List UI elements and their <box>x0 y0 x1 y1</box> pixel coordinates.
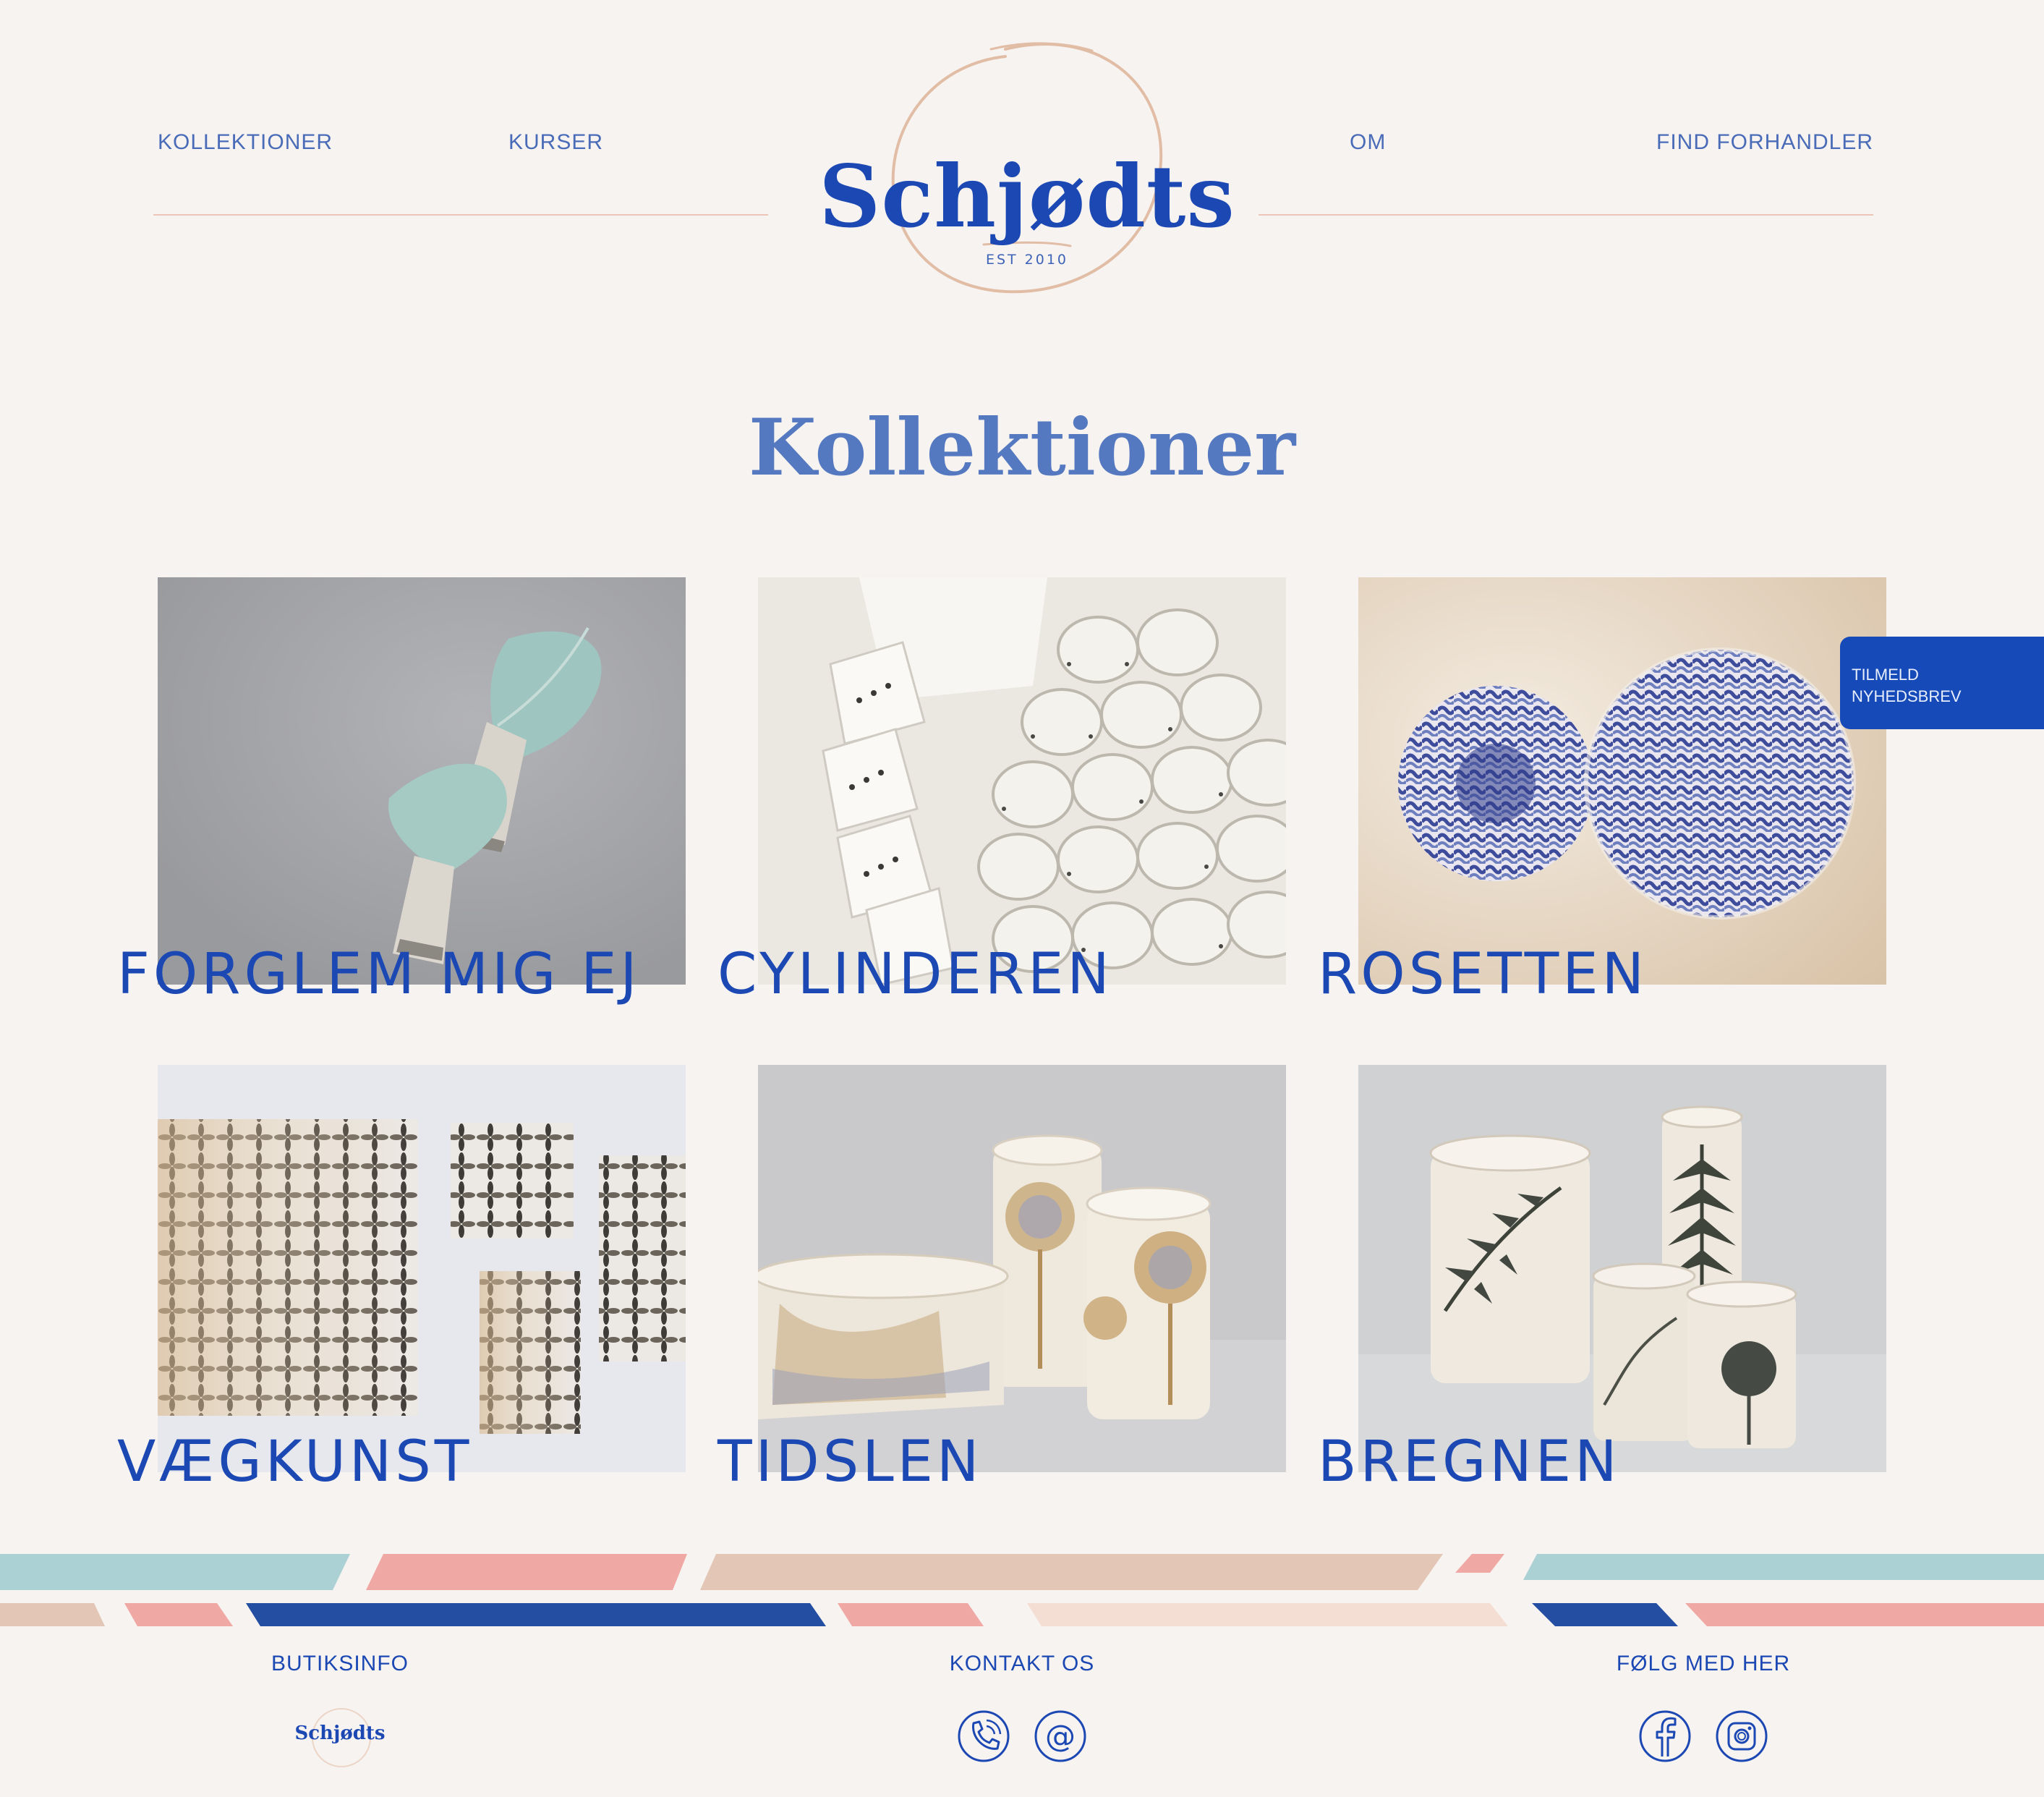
footer-logo-wordmark: Schjødts <box>294 1722 386 1744</box>
collection-image <box>158 577 686 985</box>
collection-card-vaegkunst[interactable]: VÆGKUNST <box>117 1065 686 1490</box>
collection-image <box>158 1065 686 1472</box>
nav-find-forhandler[interactable]: FIND FORHANDLER <box>1656 130 1873 155</box>
instagram-icon[interactable] <box>1714 1709 1769 1764</box>
logo-established: EST 2010 <box>985 252 1069 268</box>
svg-text:@: @ <box>1045 1718 1076 1754</box>
newsletter-label-line2: NYHEDSBREV <box>1852 687 1962 705</box>
collection-title[interactable]: BREGNEN <box>1318 1434 1620 1490</box>
header-divider-left <box>153 214 768 216</box>
logo-wordmark: Schjødts <box>819 146 1235 247</box>
nav-kurser[interactable]: KURSER <box>508 130 603 155</box>
footer-heading-kontakt[interactable]: KONTAKT OS <box>877 1652 1167 1676</box>
collection-card-cylinderen[interactable]: CYLINDEREN <box>717 577 1286 1003</box>
footer-logo[interactable]: Schjødts <box>289 1697 391 1777</box>
decorative-stripes <box>0 1554 2044 1626</box>
header-divider-right <box>1259 214 1873 216</box>
collection-image <box>758 1065 1286 1472</box>
newsletter-label-line1: TILMELD <box>1852 666 1919 684</box>
collection-card-forglem-mig-ej[interactable]: FORGLEM MIG EJ <box>117 577 686 1003</box>
footer-heading-butiksinfo[interactable]: BUTIKSINFO <box>195 1652 485 1676</box>
email-at-icon[interactable]: @ <box>1033 1709 1088 1764</box>
nav-om[interactable]: OM <box>1350 130 1386 155</box>
collection-card-rosetten[interactable]: ROSETTEN <box>1318 577 1886 1003</box>
collection-card-bregnen[interactable]: BREGNEN <box>1318 1065 1886 1490</box>
nav-kollektioner[interactable]: KOLLEKTIONER <box>158 130 333 155</box>
collection-card-tidslen[interactable]: TIDSLEN <box>717 1065 1286 1490</box>
collection-title[interactable]: FORGLEM MIG EJ <box>117 946 641 1003</box>
footer-heading-folg[interactable]: FØLG MED HER <box>1559 1652 1848 1676</box>
collection-title[interactable]: TIDSLEN <box>717 1434 982 1490</box>
collection-title[interactable]: CYLINDEREN <box>717 946 1113 1003</box>
collection-image <box>1358 1065 1886 1472</box>
collection-image <box>758 577 1286 985</box>
phone-icon[interactable] <box>956 1709 1011 1764</box>
facebook-icon[interactable] <box>1638 1709 1692 1764</box>
collection-image <box>1358 577 1886 985</box>
collection-title[interactable]: ROSETTEN <box>1318 946 1648 1003</box>
collection-title[interactable]: VÆGKUNST <box>117 1434 472 1490</box>
newsletter-signup-button[interactable]: TILMELD NYHEDSBREV <box>1840 637 2044 729</box>
site-logo[interactable]: Schjødts EST 2010 <box>788 35 1266 310</box>
page-title: Kollektioner <box>748 402 1296 493</box>
